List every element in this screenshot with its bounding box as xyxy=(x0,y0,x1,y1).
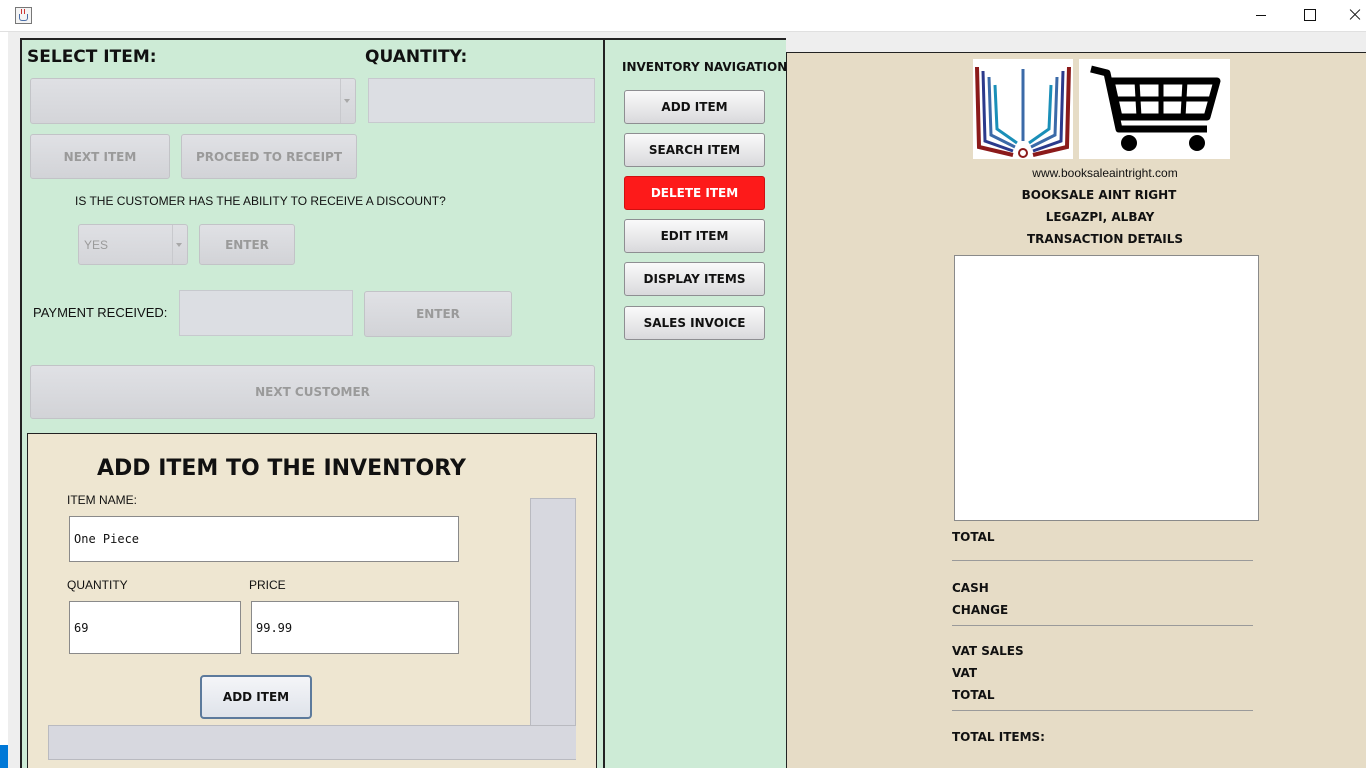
discount-dropdown[interactable]: YES xyxy=(78,224,188,265)
receipt-divider xyxy=(952,710,1253,711)
books-logo-icon xyxy=(973,59,1073,159)
java-app-icon xyxy=(15,7,32,24)
receipt-grand-total-label: TOTAL xyxy=(952,688,995,702)
chevron-down-icon xyxy=(340,79,352,123)
panel-grey-frame xyxy=(530,498,576,760)
transaction-details-title: TRANSACTION DETAILS xyxy=(1026,232,1184,246)
receipt-cash-label: CASH xyxy=(952,581,989,595)
receipt-divider xyxy=(952,625,1253,626)
nav-search-item-button[interactable]: SEARCH ITEM xyxy=(624,133,765,167)
payment-enter-button[interactable]: ENTER xyxy=(364,291,512,337)
next-item-button[interactable]: NEXT ITEM xyxy=(30,134,170,179)
add-item-title: ADD ITEM TO THE INVENTORY xyxy=(97,456,466,481)
select-item-label: SELECT ITEM: xyxy=(27,47,157,67)
receipt-total-label: TOTAL xyxy=(952,530,995,544)
nav-display-items-button[interactable]: DISPLAY ITEMS xyxy=(624,262,765,296)
proceed-to-receipt-button[interactable]: PROCEED TO RECEIPT xyxy=(181,134,357,179)
nav-edit-item-button[interactable]: EDIT ITEM xyxy=(624,219,765,253)
shopping-cart-icon xyxy=(1079,59,1230,159)
discount-question: IS THE CUSTOMER HAS THE ABILITY TO RECEI… xyxy=(75,194,446,208)
receipt-change-label: CHANGE xyxy=(952,603,1009,617)
title-bar xyxy=(0,0,1366,32)
nav-delete-item-button[interactable]: DELETE ITEM xyxy=(624,176,765,210)
taskbar-edge xyxy=(0,745,8,768)
store-name: BOOKSALE AINT RIGHT xyxy=(1021,188,1177,202)
receipt-divider xyxy=(952,560,1253,561)
quantity-label: QUANTITY: xyxy=(365,47,468,67)
next-customer-button[interactable]: NEXT CUSTOMER xyxy=(30,365,595,419)
add-quantity-input[interactable]: 69 xyxy=(69,601,241,654)
discount-enter-button[interactable]: ENTER xyxy=(199,224,295,265)
add-item-submit-button[interactable]: ADD ITEM xyxy=(200,675,312,719)
receipt-vat-sales-label: VAT SALES xyxy=(952,644,1024,658)
add-quantity-label: QUANTITY xyxy=(67,578,128,592)
item-name-input[interactable]: One Piece xyxy=(69,516,459,562)
payment-input[interactable] xyxy=(179,290,353,336)
receipt-total-items-label: TOTAL ITEMS: xyxy=(952,730,1045,744)
close-button[interactable] xyxy=(1332,0,1366,30)
store-location: LEGAZPI, ALBAY xyxy=(1045,210,1155,224)
price-input[interactable]: 99.99 xyxy=(251,601,459,654)
panel-grey-frame-bottom xyxy=(48,725,576,760)
select-item-dropdown[interactable] xyxy=(30,78,356,124)
inventory-navigation-title: INVENTORY NAVIGATION xyxy=(622,60,788,74)
quantity-input[interactable] xyxy=(368,78,595,123)
nav-sales-invoice-button[interactable]: SALES INVOICE xyxy=(624,306,765,340)
receipt-vat-label: VAT xyxy=(952,666,978,680)
price-label: PRICE xyxy=(249,578,286,592)
item-name-label: ITEM NAME: xyxy=(67,493,138,507)
transaction-details-area xyxy=(954,255,1259,521)
store-website: www.booksaleaintright.com xyxy=(1032,166,1178,180)
minimize-button[interactable] xyxy=(1238,0,1284,30)
payment-received-label: PAYMENT RECEIVED: xyxy=(33,305,168,320)
maximize-button[interactable] xyxy=(1286,0,1332,30)
chevron-down-icon xyxy=(172,225,184,264)
nav-add-item-button[interactable]: ADD ITEM xyxy=(624,90,765,124)
